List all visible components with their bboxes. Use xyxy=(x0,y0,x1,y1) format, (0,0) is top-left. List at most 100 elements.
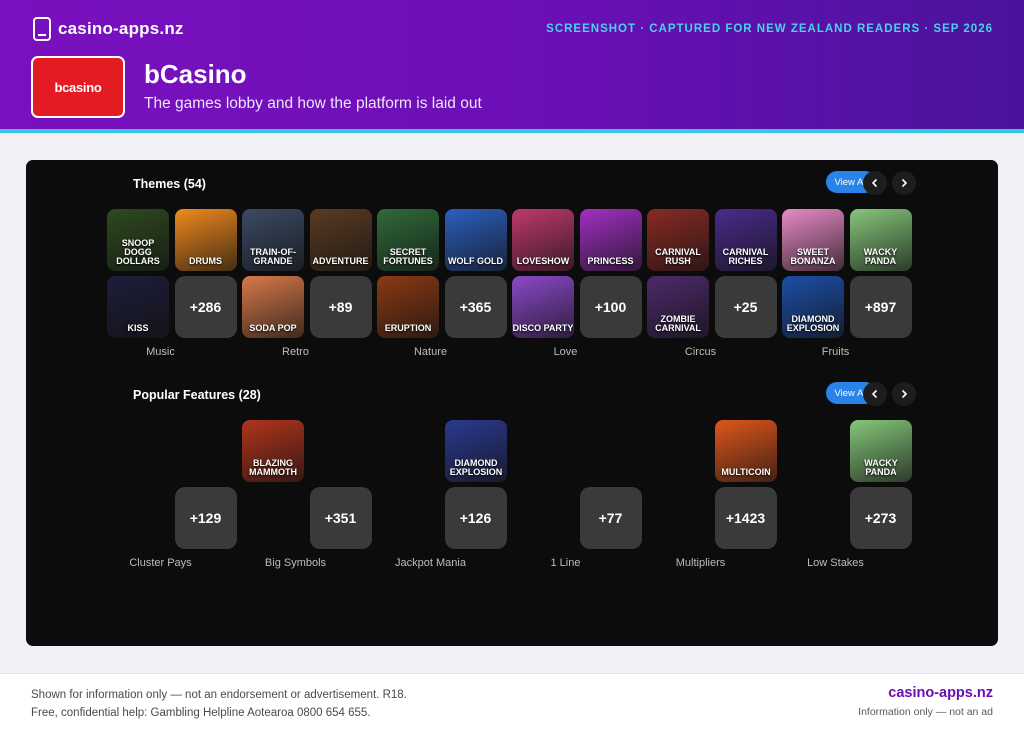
more-games-count-button[interactable]: +129 xyxy=(174,487,237,549)
more-games-count-button[interactable]: +897 xyxy=(849,276,912,338)
disclaimer-line-2: Free, confidential help: Gambling Helpli… xyxy=(31,707,371,719)
features-prev-button[interactable] xyxy=(863,382,887,406)
game-tile[interactable]: ERUPTION xyxy=(377,276,439,338)
footer-site-name[interactable]: casino-apps.nz xyxy=(888,685,993,701)
game-thumbnail-title: DRUMS xyxy=(189,256,222,266)
category-label[interactable]: Circus xyxy=(633,346,768,358)
site-logo[interactable]: casino-apps.nz xyxy=(32,17,184,41)
game-tile[interactable]: ZOMBIE CARNIVAL xyxy=(647,276,709,338)
more-games-count-button[interactable]: +286 xyxy=(174,276,237,338)
game-thumbnail: KISS xyxy=(107,276,169,338)
category-label[interactable]: Love xyxy=(498,346,633,358)
more-games-count-button[interactable]: +365 xyxy=(444,276,507,338)
game-thumbnail-title: WACKY PANDA xyxy=(864,458,898,477)
game-thumbnail: WACKY PANDA xyxy=(850,420,912,482)
category-label[interactable]: Multipliers xyxy=(633,557,768,569)
category-label[interactable]: Low Stakes xyxy=(768,557,903,569)
game-thumbnail-title: SWEET BONANZA xyxy=(790,247,836,266)
game-tile[interactable]: WOLF GOLD xyxy=(444,209,507,271)
brand-logo: bcasino xyxy=(31,56,125,118)
game-thumbnail-title: ERUPTION xyxy=(384,323,432,333)
game-tile[interactable]: WACKY PANDA xyxy=(850,420,912,482)
game-tile[interactable]: MULTICOIN xyxy=(715,420,777,482)
themes-section-title: Themes (54) xyxy=(133,177,206,191)
game-thumbnail: ADVENTURE xyxy=(309,209,372,271)
category-label[interactable]: Music xyxy=(93,346,228,358)
more-games-count-button[interactable]: +126 xyxy=(444,487,507,549)
game-thumbnail-title: DISCO PARTY xyxy=(512,323,574,333)
category-label[interactable]: Fruits xyxy=(768,346,903,358)
chevron-right-icon xyxy=(901,178,908,188)
game-thumbnail-title: ADVENTURE xyxy=(312,256,369,266)
game-tile[interactable]: KISS xyxy=(107,276,169,338)
game-thumbnail: WACKY PANDA xyxy=(849,209,912,271)
game-tile[interactable]: DISCO PARTY xyxy=(512,276,574,338)
chevron-right-icon xyxy=(901,389,908,399)
game-tile[interactable]: BLAZING MAMMOTH xyxy=(242,420,304,482)
page-header: casino-apps.nz SCREENSHOT · CAPTURED FOR… xyxy=(0,0,1024,129)
game-tile[interactable]: ADVENTURE xyxy=(309,209,372,271)
game-tile[interactable]: DRUMS xyxy=(174,209,237,271)
category-label[interactable]: Cluster Pays xyxy=(93,557,228,569)
game-thumbnail: ZOMBIE CARNIVAL xyxy=(647,276,709,338)
category-label[interactable]: 1 Line xyxy=(498,557,633,569)
game-thumbnail: SECRET FORTUNES xyxy=(377,209,439,271)
brand-subtitle: The games lobby and how the platform is … xyxy=(144,95,482,112)
features-next-button[interactable] xyxy=(892,382,916,406)
disclaimer-line-1: Shown for information only — not an endo… xyxy=(31,689,407,701)
game-thumbnail-title: SNOOP DOGG DOLLARS xyxy=(116,238,160,266)
game-thumbnail-title: BLAZING MAMMOTH xyxy=(249,458,297,477)
footer-note: Information only — not an ad xyxy=(858,706,993,718)
game-tile[interactable]: CARNIVAL RUSH xyxy=(647,209,709,271)
category-label[interactable]: Big Symbols xyxy=(228,557,363,569)
game-thumbnail-title: CARNIVAL RICHES xyxy=(722,247,769,266)
game-thumbnail: ERUPTION xyxy=(377,276,439,338)
game-tile[interactable]: CARNIVAL RICHES xyxy=(714,209,777,271)
game-thumbnail-title: TRAIN-OF-GRANDE xyxy=(250,247,296,266)
phone-icon xyxy=(33,17,51,41)
more-games-count-button[interactable]: +25 xyxy=(714,276,777,338)
game-tile[interactable]: SECRET FORTUNES xyxy=(377,209,439,271)
game-thumbnail-title: SODA POP xyxy=(249,323,297,333)
game-tile[interactable]: SWEET BONANZA xyxy=(782,209,844,271)
capture-note: SCREENSHOT · CAPTURED FOR NEW ZEALAND RE… xyxy=(546,23,993,35)
more-games-count-button[interactable]: +77 xyxy=(579,487,642,549)
category-label[interactable]: Retro xyxy=(228,346,363,358)
game-tile[interactable]: PRINCESS xyxy=(579,209,642,271)
brand-logo-text: bcasino xyxy=(54,79,102,95)
category-label[interactable]: Nature xyxy=(363,346,498,358)
game-thumbnail-title: KISS xyxy=(127,323,149,333)
game-thumbnail-title: CARNIVAL RUSH xyxy=(655,247,701,266)
game-tile[interactable]: SNOOP DOGG DOLLARS xyxy=(107,209,169,271)
game-thumbnail-title: ZOMBIE CARNIVAL xyxy=(655,314,701,333)
themes-prev-button[interactable] xyxy=(863,171,887,195)
game-thumbnail-title: WACKY PANDA xyxy=(863,247,898,266)
game-tile[interactable]: SODA POP xyxy=(242,276,304,338)
game-thumbnail-title: LOVESHOW xyxy=(516,256,570,266)
game-thumbnail: MULTICOIN xyxy=(715,420,777,482)
game-thumbnail: DISCO PARTY xyxy=(512,276,574,338)
game-thumbnail-title: DIAMOND EXPLOSION xyxy=(786,314,840,333)
header-divider xyxy=(0,129,1024,133)
game-thumbnail-title: SECRET FORTUNES xyxy=(383,247,433,266)
game-tile[interactable]: WACKY PANDA xyxy=(849,209,912,271)
page-footer: Shown for information only — not an endo… xyxy=(0,673,1024,729)
more-games-count-button[interactable]: +351 xyxy=(309,487,372,549)
game-thumbnail-title: WOLF GOLD xyxy=(448,256,503,266)
game-tile[interactable]: TRAIN-OF-GRANDE xyxy=(242,209,304,271)
game-thumbnail: LOVESHOW xyxy=(512,209,574,271)
more-games-count-button[interactable]: +273 xyxy=(849,487,912,549)
game-thumbnail: SNOOP DOGG DOLLARS xyxy=(107,209,169,271)
games-lobby-panel: Themes (54) View All SNOOP DOGG DOLLARS D… xyxy=(26,160,998,646)
game-thumbnail: PRINCESS xyxy=(579,209,642,271)
game-thumbnail: CARNIVAL RUSH xyxy=(647,209,709,271)
category-label[interactable]: Jackpot Mania xyxy=(363,557,498,569)
themes-next-button[interactable] xyxy=(892,171,916,195)
more-games-count-button[interactable]: +100 xyxy=(579,276,642,338)
game-thumbnail: SODA POP xyxy=(242,276,304,338)
more-games-count-button[interactable]: +1423 xyxy=(714,487,777,549)
game-tile[interactable]: DIAMOND EXPLOSION xyxy=(782,276,844,338)
game-tile[interactable]: LOVESHOW xyxy=(512,209,574,271)
game-tile[interactable]: DIAMOND EXPLOSION xyxy=(445,420,507,482)
more-games-count-button[interactable]: +89 xyxy=(309,276,372,338)
